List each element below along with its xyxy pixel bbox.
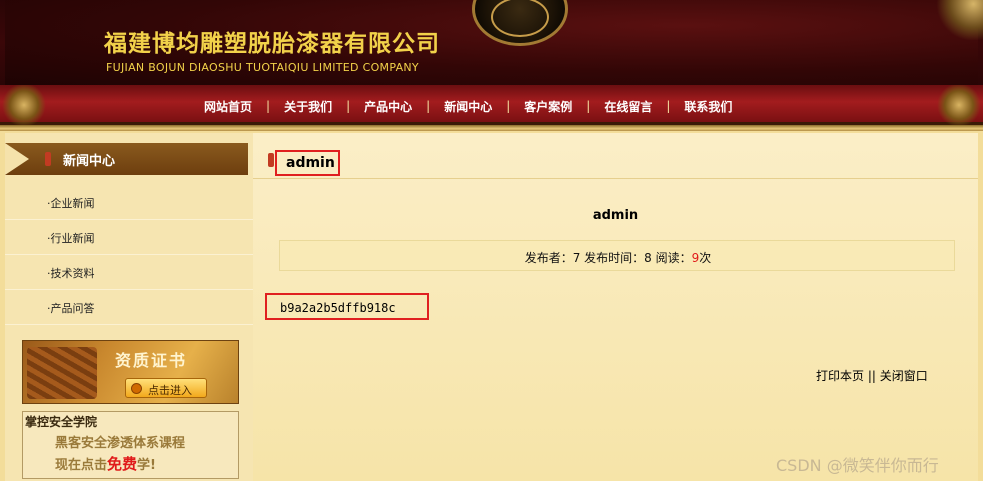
company-name-english: FUJIAN BOJUN DIAOSHU TUOTAIQIU LIMITED C…: [106, 61, 419, 74]
nav-cases[interactable]: 客户案例: [524, 98, 572, 115]
certificates-title: 资质证书: [115, 351, 188, 370]
publisher-label: 发布者：: [524, 251, 573, 265]
publish-time-label: 发布时间：: [580, 251, 645, 265]
print-link[interactable]: 打印本页: [816, 369, 864, 383]
nav-news[interactable]: 新闻中心: [444, 98, 492, 115]
reads-label: 阅读：: [651, 251, 692, 265]
main-content: admin admin 发布者：7 发布时间：8 阅读：9次 b9a2a2b5d…: [253, 133, 978, 481]
watermark: CSDN @微笑伴你而行: [776, 456, 939, 475]
ad-cta-text: 现在点击免费学!: [55, 453, 156, 474]
medallion-ring: [491, 0, 549, 37]
bullet-mark-icon: [268, 153, 274, 167]
gold-divider: [0, 125, 983, 131]
main-nav: 网站首页 | 关于我们 | 产品中心 | 新闻中心 | 客户案例 | 在线留言 …: [0, 85, 983, 125]
nav-about[interactable]: 关于我们: [284, 98, 332, 115]
nav-separator: |: [346, 99, 351, 113]
reads-suffix: 次: [699, 251, 712, 265]
section-title: admin: [275, 150, 340, 176]
nav-separator: |: [426, 99, 431, 113]
nav-separator: |: [266, 99, 271, 113]
ad-cta-pre: 现在点击: [55, 458, 108, 473]
nav-separator: |: [506, 99, 511, 113]
arrow-icon: [5, 143, 29, 175]
nav-products[interactable]: 产品中心: [364, 98, 412, 115]
enter-button[interactable]: 点击进入: [125, 378, 207, 398]
sidebar-item-industry-news[interactable]: ·行业新闻: [5, 220, 253, 255]
nav-home[interactable]: 网站首页: [204, 98, 252, 115]
article-actions: 打印本页 || 关闭窗口: [816, 367, 928, 384]
play-icon: [131, 383, 142, 394]
ad-cta-post: 学!: [137, 458, 156, 473]
nav-list: 网站首页 | 关于我们 | 产品中心 | 新闻中心 | 客户案例 | 在线留言 …: [204, 97, 732, 115]
ad-course-text: 黑客安全渗透体系课程: [55, 436, 186, 451]
sidebar-item-company-news[interactable]: ·企业新闻: [5, 185, 253, 220]
section-header: admin: [253, 139, 978, 179]
nav-separator: |: [586, 99, 591, 113]
wood-carving-image: [27, 347, 97, 399]
sidebar-item-label[interactable]: ·行业新闻: [47, 230, 95, 246]
sidebar: 新闻中心 ·企业新闻 ·行业新闻 ·技术资料 ·产品问答 资质证书 点击进入 掌…: [5, 133, 253, 481]
sidebar-title: 新闻中心: [63, 154, 116, 169]
sidebar-item-label[interactable]: ·技术资料: [47, 265, 95, 281]
nav-separator: |: [666, 99, 671, 113]
sidebar-header: 新闻中心: [5, 143, 248, 175]
bullet-mark-icon: [45, 152, 51, 166]
publish-time-value: 8: [644, 251, 652, 265]
ad-banner[interactable]: 掌控安全学院 黑客安全渗透体系课程 现在点击免费学!: [22, 411, 239, 479]
close-window-link[interactable]: 关闭窗口: [880, 369, 928, 383]
sidebar-item-tech-docs[interactable]: ·技术资料: [5, 255, 253, 290]
sidebar-item-label[interactable]: ·产品问答: [47, 300, 95, 316]
nav-message[interactable]: 在线留言: [604, 98, 652, 115]
ad-free-text: 免费: [107, 455, 138, 473]
nav-contact[interactable]: 联系我们: [684, 98, 732, 115]
article-content: b9a2a2b5dffb918c: [280, 301, 396, 315]
article-title: admin: [592, 208, 639, 223]
sidebar-item-product-qa[interactable]: ·产品问答: [5, 290, 253, 325]
corner-ornament-icon: [935, 0, 983, 40]
article-meta-bar: 发布者：7 发布时间：8 阅读：9次: [279, 240, 955, 271]
certificates-banner[interactable]: 资质证书 点击进入: [22, 340, 239, 404]
ad-school-name: 掌控安全学院: [25, 415, 98, 429]
sidebar-item-label[interactable]: ·企业新闻: [47, 195, 95, 211]
nav-ornament-right-icon: [935, 85, 983, 125]
actions-separator: ||: [864, 369, 880, 383]
article-meta: 发布者：7 发布时间：8 阅读：9次: [280, 249, 956, 266]
article-body: b9a2a2b5dffb918c: [265, 293, 429, 320]
enter-button-label: 点击进入: [148, 384, 192, 397]
nav-ornament-left-icon: [0, 85, 48, 125]
company-name: 福建博均雕塑脱胎漆器有限公司: [104, 30, 440, 57]
site-header: 福建博均雕塑脱胎漆器有限公司 FUJIAN BOJUN DIAOSHU TUOT…: [0, 0, 983, 85]
